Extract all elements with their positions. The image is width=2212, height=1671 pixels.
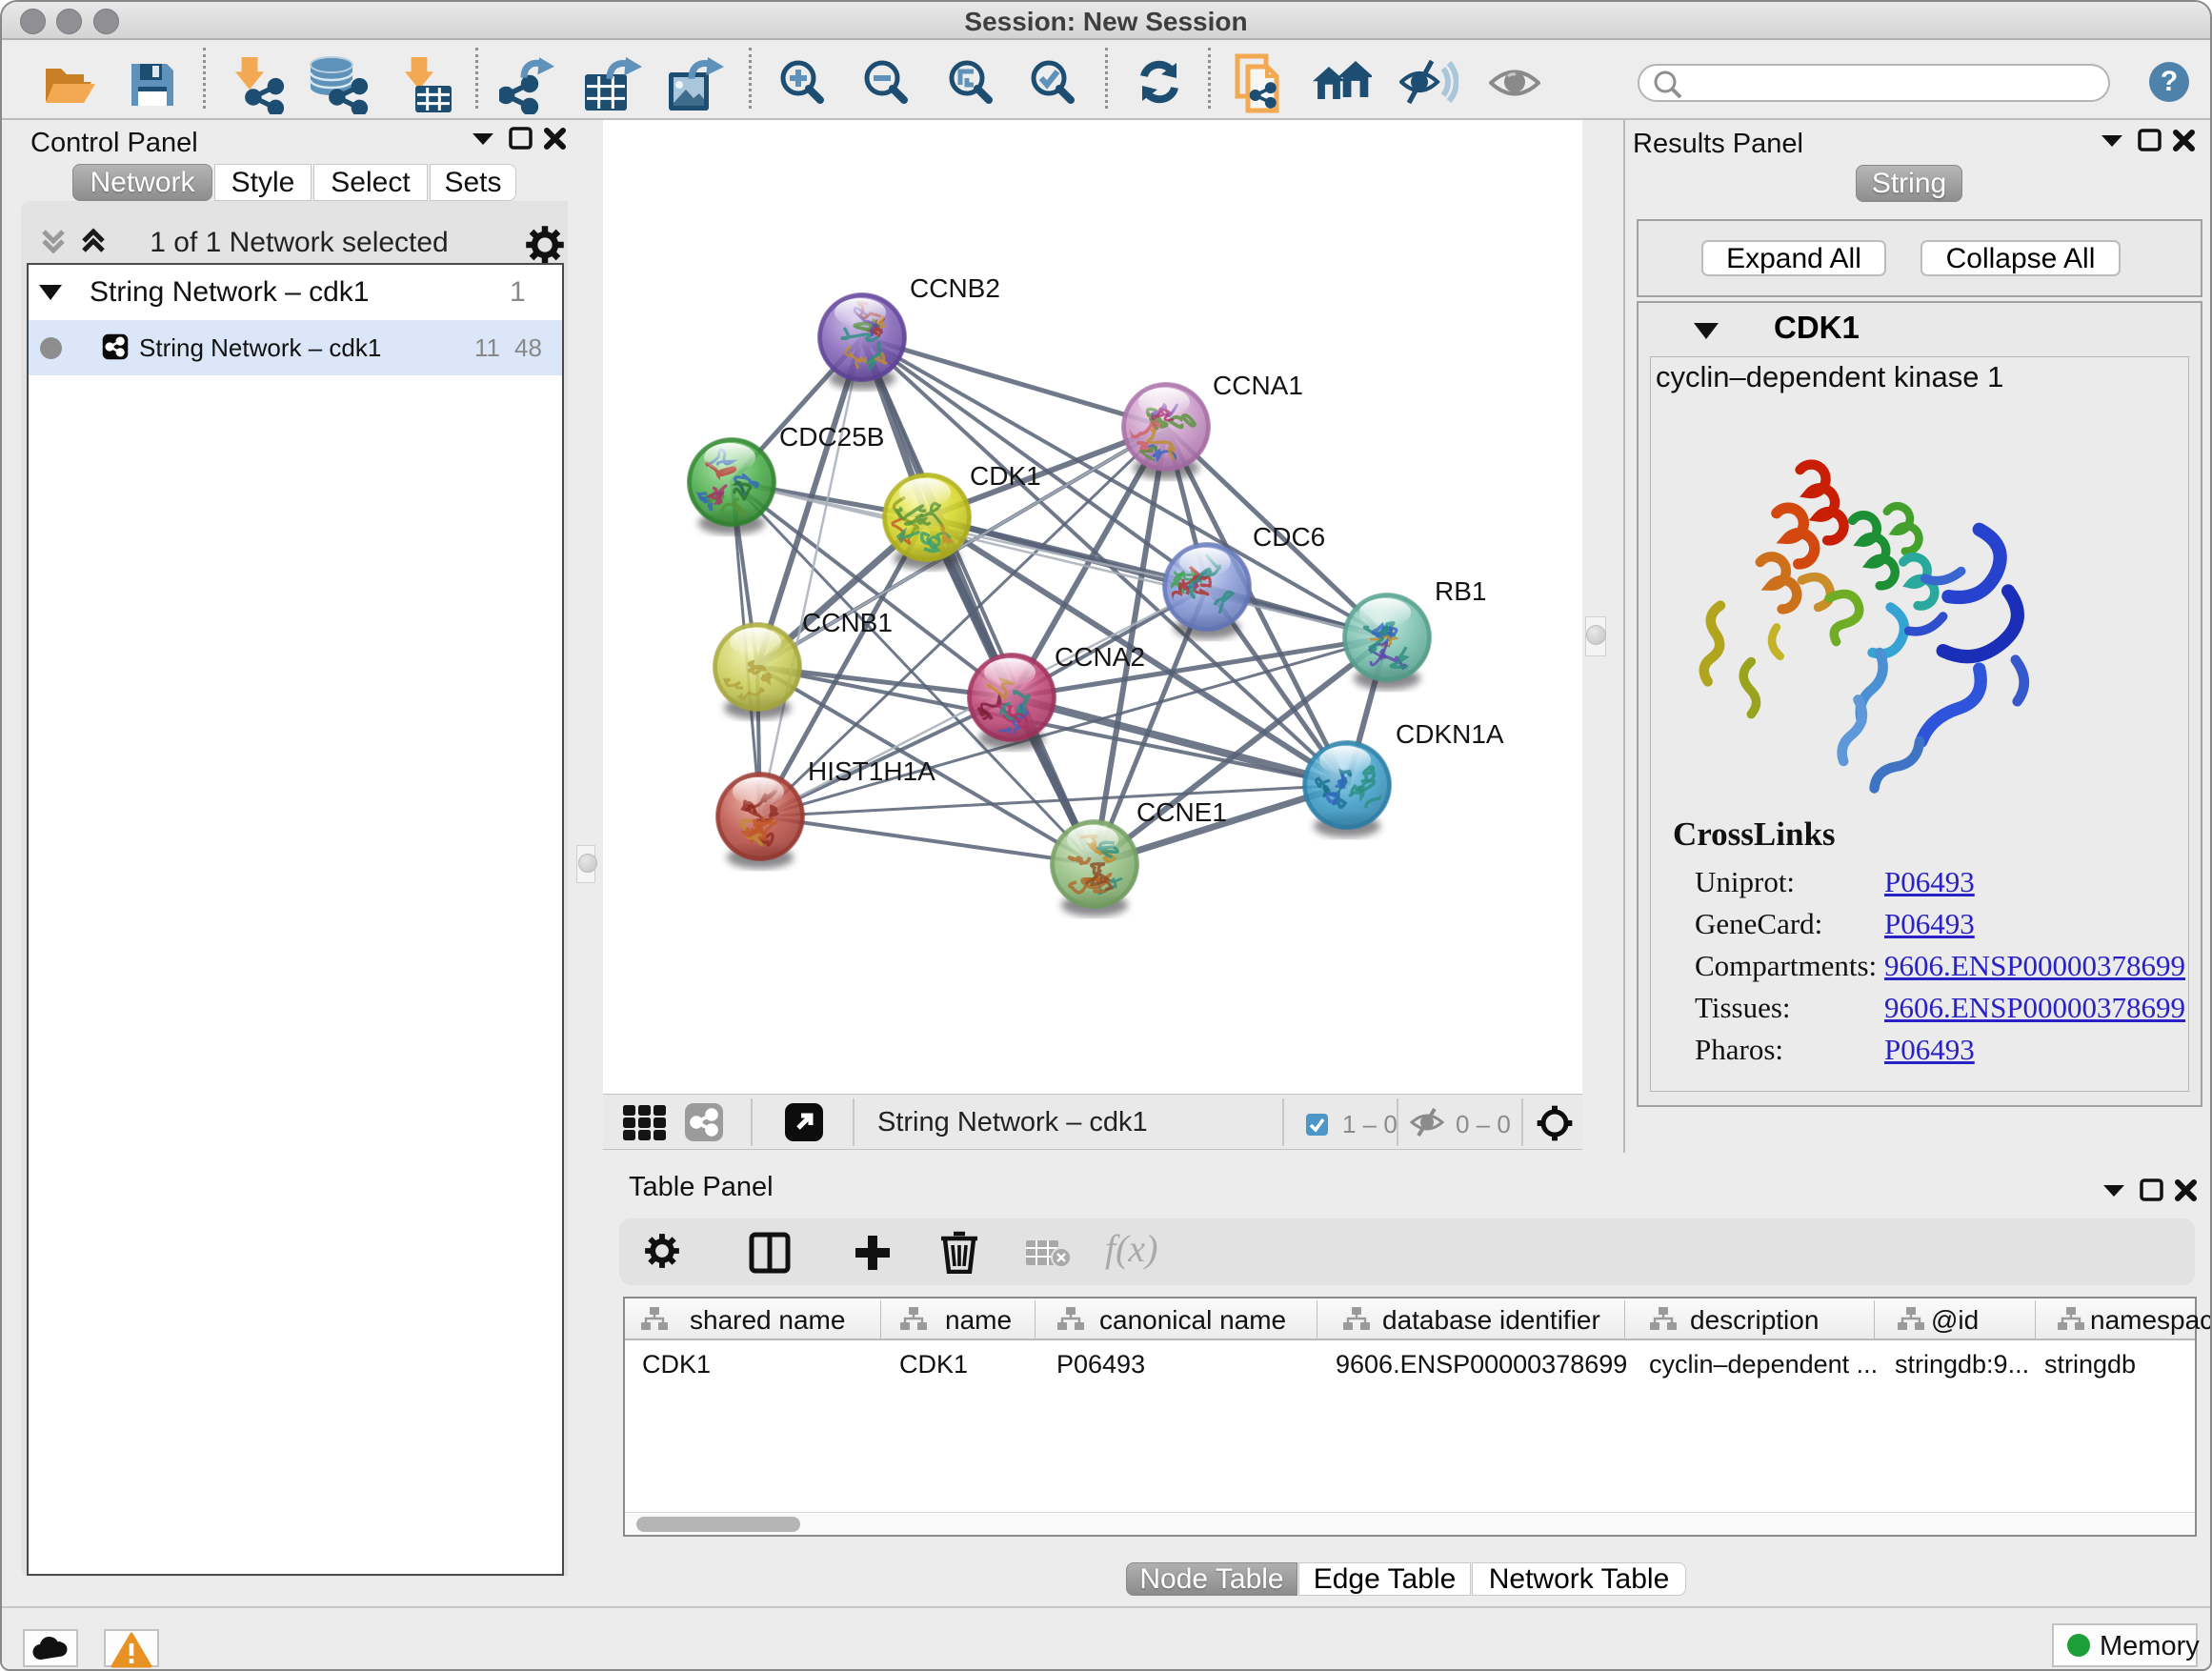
- svg-text:CCNE1: CCNE1: [1136, 797, 1227, 827]
- svg-text:HIST1H1A: HIST1H1A: [808, 756, 935, 786]
- svg-text:CDKN1A: CDKN1A: [1396, 719, 1504, 749]
- svg-text:?: ?: [2161, 66, 2178, 97]
- svg-text:CCNA1: CCNA1: [1213, 371, 1303, 400]
- svg-text:CDC6: CDC6: [1253, 522, 1325, 552]
- svg-text:CCNB1: CCNB1: [802, 608, 893, 637]
- svg-text:CCNB2: CCNB2: [910, 273, 1000, 303]
- svg-text:CCNA2: CCNA2: [1055, 642, 1145, 672]
- svg-text:CDK1: CDK1: [970, 461, 1041, 491]
- svg-text:CDC25B: CDC25B: [779, 422, 884, 452]
- svg-text:RB1: RB1: [1435, 576, 1486, 606]
